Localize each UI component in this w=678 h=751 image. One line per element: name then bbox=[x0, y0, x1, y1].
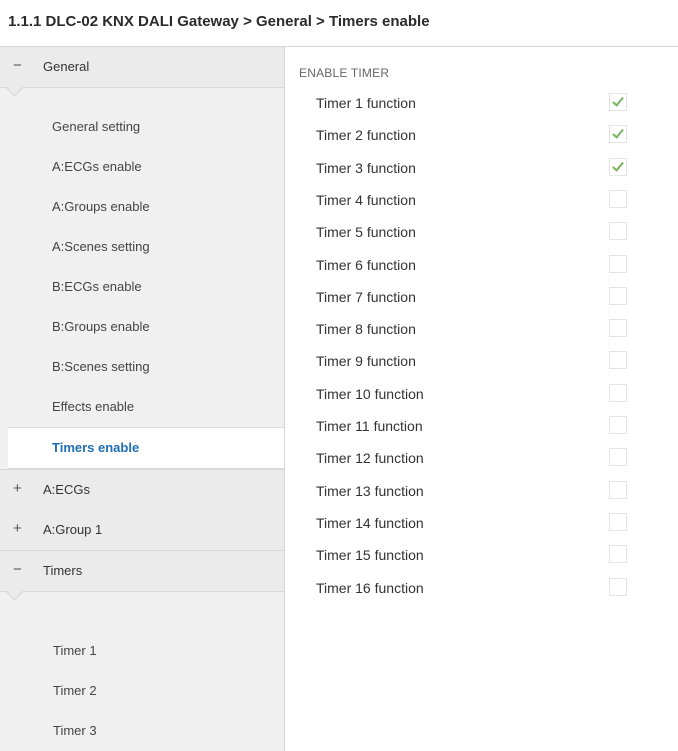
sidebar-item-a-scenes-setting[interactable]: A:Scenes setting bbox=[0, 227, 284, 267]
timer-function-label: Timer 16 function bbox=[316, 579, 424, 596]
parameter-panel: ENABLE TIMER Timer 1 function Timer 2 fun… bbox=[285, 47, 678, 751]
sidebar-item-label: Timer 1 bbox=[53, 643, 97, 658]
timer-row: Timer 15 function bbox=[285, 539, 678, 571]
timer-function-label: Timer 6 function bbox=[316, 256, 416, 273]
expanded-notch-icon bbox=[5, 582, 24, 601]
sidebar-item-label: B:Scenes setting bbox=[52, 359, 150, 374]
sidebar-item-timer-2[interactable]: Timer 2 bbox=[0, 671, 284, 711]
sidebar-item-label: B:ECGs enable bbox=[52, 279, 142, 294]
sidebar-item-timers-enable[interactable]: Timers enable bbox=[8, 427, 284, 469]
sidebar-item-effects-enable[interactable]: Effects enable bbox=[0, 387, 284, 427]
timer-function-label: Timer 10 function bbox=[316, 385, 424, 402]
timer-enable-checkbox[interactable] bbox=[609, 93, 627, 111]
timer-function-label: Timer 1 function bbox=[316, 95, 416, 111]
timer-enable-checkbox[interactable] bbox=[609, 222, 627, 241]
timer-enable-checkbox[interactable] bbox=[609, 512, 627, 531]
sidebar-group-label: Timers bbox=[43, 563, 83, 578]
sidebar-group-timers[interactable]: − Timers bbox=[0, 551, 284, 601]
timer-row: Timer 16 function bbox=[285, 572, 678, 604]
title-bar: 1.1.1 DLC-02 KNX DALI Gateway > General … bbox=[0, 0, 678, 47]
timer-row: Timer 7 function bbox=[285, 281, 678, 313]
timer-function-label: Timer 12 function bbox=[316, 450, 424, 467]
sidebar-group-label: General bbox=[43, 59, 90, 74]
sidebar-item-a-ecgs-enable[interactable]: A:ECGs enable bbox=[0, 147, 284, 187]
timer-row: Timer 11 function bbox=[285, 410, 678, 442]
timer-function-label: Timer 3 function bbox=[316, 159, 416, 176]
sidebar-item-label: Timer 3 bbox=[53, 723, 97, 738]
timer-enable-checkbox[interactable] bbox=[609, 448, 627, 467]
checkmark-icon bbox=[612, 94, 624, 107]
timer-row: Timer 2 function bbox=[285, 119, 678, 151]
timer-enable-checkbox[interactable] bbox=[609, 189, 627, 208]
expand-icon: + bbox=[13, 520, 22, 537]
timer-enable-checkbox[interactable] bbox=[609, 125, 627, 144]
sidebar-group-a-ecgs[interactable]: + A:ECGs bbox=[0, 469, 284, 511]
sidebar-item-a-groups-enable[interactable]: A:Groups enable bbox=[0, 187, 284, 227]
timer-enable-checkbox[interactable] bbox=[609, 319, 627, 338]
timer-enable-checkbox[interactable] bbox=[609, 416, 627, 434]
sidebar-item-b-groups-enable[interactable]: B:Groups enable bbox=[0, 307, 284, 347]
sidebar-item-label: A:Scenes setting bbox=[52, 239, 150, 254]
timer-enable-checkbox[interactable] bbox=[609, 480, 627, 499]
sidebar-item-general-setting[interactable]: General setting bbox=[0, 107, 284, 147]
sidebar-item-timer-1[interactable]: Timer 1 bbox=[0, 631, 284, 671]
sidebar: − General General setting A:ECGs enable … bbox=[0, 47, 285, 751]
timer-row: Timer 14 function bbox=[285, 507, 678, 539]
sidebar-item-label: Timers enable bbox=[52, 440, 140, 455]
timer-function-label: Timer 13 function bbox=[316, 482, 424, 499]
sidebar-item-label: B:Groups enable bbox=[52, 319, 150, 334]
timer-enable-checkbox[interactable] bbox=[609, 254, 627, 273]
checkmark-icon bbox=[612, 126, 624, 139]
timer-function-label: Timer 11 function bbox=[316, 418, 423, 434]
timer-row: Timer 6 function bbox=[285, 249, 678, 281]
timer-row: Timer 4 function bbox=[285, 184, 678, 216]
sidebar-item-timer-3[interactable]: Timer 3 bbox=[0, 711, 284, 751]
sidebar-group-label: A:Group 1 bbox=[43, 522, 103, 537]
collapse-icon: − bbox=[13, 57, 22, 74]
sidebar-item-b-scenes-setting[interactable]: B:Scenes setting bbox=[0, 347, 284, 387]
timer-enable-checkbox[interactable] bbox=[609, 351, 627, 370]
checkmark-icon bbox=[612, 158, 624, 172]
timer-row: Timer 3 function bbox=[285, 152, 678, 184]
expanded-notch-icon bbox=[5, 78, 24, 97]
breadcrumb: 1.1.1 DLC-02 KNX DALI Gateway > General … bbox=[8, 13, 430, 30]
timer-function-label: Timer 8 function bbox=[316, 321, 416, 338]
timer-row: Timer 9 function bbox=[285, 345, 678, 377]
expand-icon: + bbox=[13, 480, 22, 497]
timer-row: Timer 5 function bbox=[285, 216, 678, 248]
timer-row: Timer 1 function bbox=[285, 87, 678, 119]
sidebar-item-label: A:ECGs enable bbox=[52, 159, 142, 174]
sidebar-item-label: Effects enable bbox=[52, 399, 135, 414]
collapse-icon: − bbox=[13, 561, 22, 578]
timer-function-label: Timer 2 function bbox=[316, 127, 416, 144]
timer-row: Timer 10 function bbox=[285, 378, 678, 410]
section-title: ENABLE TIMER bbox=[299, 66, 390, 80]
timer-function-label: Timer 7 function bbox=[316, 288, 416, 305]
sidebar-item-label: General setting bbox=[52, 119, 141, 134]
sidebar-item-b-ecgs-enable[interactable]: B:ECGs enable bbox=[0, 267, 284, 307]
timer-enable-checkbox[interactable] bbox=[609, 577, 627, 596]
timer-row: Timer 12 function bbox=[285, 442, 678, 474]
timer-function-label: Timer 15 function bbox=[316, 547, 424, 564]
sidebar-group-general[interactable]: − General bbox=[0, 47, 284, 97]
timer-enable-checkbox[interactable] bbox=[609, 383, 627, 402]
timer-enable-checkbox[interactable] bbox=[609, 157, 627, 176]
timer-row: Timer 13 function bbox=[285, 475, 678, 507]
timer-enable-checkbox[interactable] bbox=[609, 545, 627, 564]
timer-row: Timer 8 function bbox=[285, 313, 678, 345]
timer-function-label: Timer 14 function bbox=[316, 514, 424, 531]
sidebar-item-label: Timer 2 bbox=[53, 683, 97, 698]
sidebar-group-a-group-1[interactable]: + A:Group 1 bbox=[0, 510, 284, 551]
timer-function-label: Timer 4 function bbox=[316, 191, 416, 208]
timer-function-label: Timer 9 function bbox=[316, 353, 416, 370]
sidebar-group-label: A:ECGs bbox=[43, 482, 90, 497]
sidebar-item-label: A:Groups enable bbox=[52, 199, 150, 214]
timer-function-label: Timer 5 function bbox=[316, 224, 416, 241]
timer-enable-checkbox[interactable] bbox=[609, 286, 627, 305]
